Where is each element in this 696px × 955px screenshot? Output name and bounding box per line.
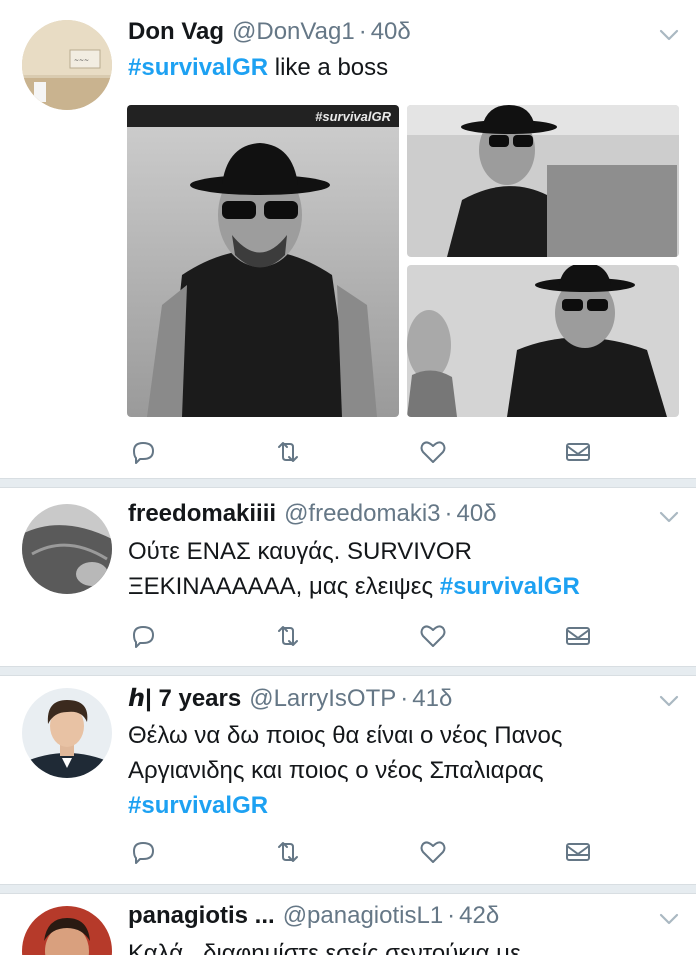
- timestamp[interactable]: 40δ: [457, 500, 497, 528]
- reply-icon[interactable]: [128, 837, 158, 867]
- avatar[interactable]: ~~~: [22, 20, 112, 110]
- separator: ·: [358, 18, 367, 45]
- tweet-text: Ούτε ΕΝΑΣ καυγάς. SURVIVOR ΞΕΚΙΝΑΑΑΑΑΑ, …: [128, 534, 668, 604]
- tweet-header: freedomakiiii @freedomaki3 · 40δ: [128, 500, 497, 534]
- tweet-actions: [128, 437, 598, 467]
- tweet-3[interactable]: ℎ| 7 years @LarryIsOTP · 41δ Θέλω να δω …: [0, 676, 696, 884]
- tweet-header: panagiotis ... @panagiotisL1 · 42δ: [128, 902, 499, 936]
- tweet-4[interactable]: panagiotis ... @panagiotisL1 · 42δ Καλά.…: [0, 894, 696, 955]
- chevron-down-icon[interactable]: [658, 506, 680, 528]
- display-name[interactable]: panagiotis ...: [128, 902, 275, 930]
- avatar[interactable]: [22, 906, 112, 955]
- tweet-header: Don Vag @DonVag1 · 40δ: [128, 18, 411, 52]
- tweet-text-line: ΞΕΚΙΝΑΑΑΑΑΑ, μας ελειψες: [128, 573, 434, 600]
- envelope-icon[interactable]: [563, 621, 593, 651]
- envelope-icon[interactable]: [563, 437, 593, 467]
- display-name[interactable]: Don Vag: [128, 18, 224, 46]
- heart-icon[interactable]: [418, 837, 448, 867]
- timeline-divider: [0, 884, 696, 894]
- user-handle[interactable]: @DonVag1: [232, 18, 355, 46]
- avatar[interactable]: [22, 688, 112, 778]
- tweet-text-body: like a boss: [268, 54, 389, 81]
- avatar[interactable]: [22, 504, 112, 594]
- retweet-icon[interactable]: [273, 621, 303, 651]
- tweet-1[interactable]: ~~~ Don Vag @DonVag1 · 40δ #survivalGR l…: [0, 0, 696, 478]
- tweet-header: ℎ| 7 years @LarryIsOTP · 41δ: [128, 684, 452, 718]
- heart-icon[interactable]: [418, 437, 448, 467]
- media-photo-2[interactable]: [407, 105, 679, 257]
- tweet-text-line: Θέλω να δω ποιος θα είναι ο νέος Πανος: [128, 722, 563, 749]
- user-handle[interactable]: @freedomaki3: [284, 500, 440, 528]
- timeline-divider: [0, 478, 696, 488]
- timestamp[interactable]: 42δ: [459, 902, 499, 930]
- tweet-text-line: Ούτε ΕΝΑΣ καυγάς. SURVIVOR: [128, 538, 472, 565]
- chevron-down-icon[interactable]: [658, 690, 680, 712]
- tweet-actions: [128, 837, 598, 867]
- hashtag-link[interactable]: #survivalGR: [440, 573, 580, 600]
- media-grid[interactable]: #survivalGR: [127, 105, 679, 417]
- svg-text:~~~: ~~~: [74, 57, 89, 64]
- tweet-actions: [128, 621, 598, 651]
- chevron-down-icon[interactable]: [658, 908, 680, 930]
- display-name[interactable]: freedomakiiii: [128, 500, 276, 528]
- tweet-text-line: Καλά...διαφημίστε εσείς σεντούκια με: [128, 940, 521, 955]
- tweet-2[interactable]: freedomakiiii @freedomaki3 · 40δ Ούτε ΕΝ…: [0, 488, 696, 666]
- timeline-divider: [0, 666, 696, 676]
- media-photo-1[interactable]: #survivalGR: [127, 105, 399, 417]
- separator: ·: [400, 685, 409, 712]
- timestamp[interactable]: 41δ: [412, 685, 452, 713]
- user-handle[interactable]: @panagiotisL1: [283, 902, 443, 930]
- retweet-icon[interactable]: [273, 437, 303, 467]
- reply-icon[interactable]: [128, 621, 158, 651]
- hashtag-link[interactable]: #survivalGR: [128, 54, 268, 81]
- tweet-text: #survivalGR like a boss: [128, 50, 668, 85]
- tweet-text: Καλά...διαφημίστε εσείς σεντούκια με: [128, 936, 668, 955]
- reply-icon[interactable]: [128, 437, 158, 467]
- hashtag-link[interactable]: #survivalGR: [128, 792, 268, 819]
- separator: ·: [444, 500, 453, 527]
- tweet-text: Θέλω να δω ποιος θα είναι ο νέος Πανος Α…: [128, 718, 668, 823]
- retweet-icon[interactable]: [273, 837, 303, 867]
- media-photo-3[interactable]: [407, 265, 679, 417]
- chevron-down-icon[interactable]: [658, 24, 680, 46]
- display-name[interactable]: ℎ| 7 years: [128, 684, 241, 713]
- separator: ·: [447, 902, 456, 929]
- media-watermark: #survivalGR: [315, 109, 391, 124]
- timestamp[interactable]: 40δ: [371, 18, 411, 46]
- tweet-text-line: Αργιανιδης και ποιος ο νέος Σπαλιαρας: [128, 757, 544, 784]
- user-handle[interactable]: @LarryIsOTP: [249, 685, 396, 713]
- heart-icon[interactable]: [418, 621, 448, 651]
- envelope-icon[interactable]: [563, 837, 593, 867]
